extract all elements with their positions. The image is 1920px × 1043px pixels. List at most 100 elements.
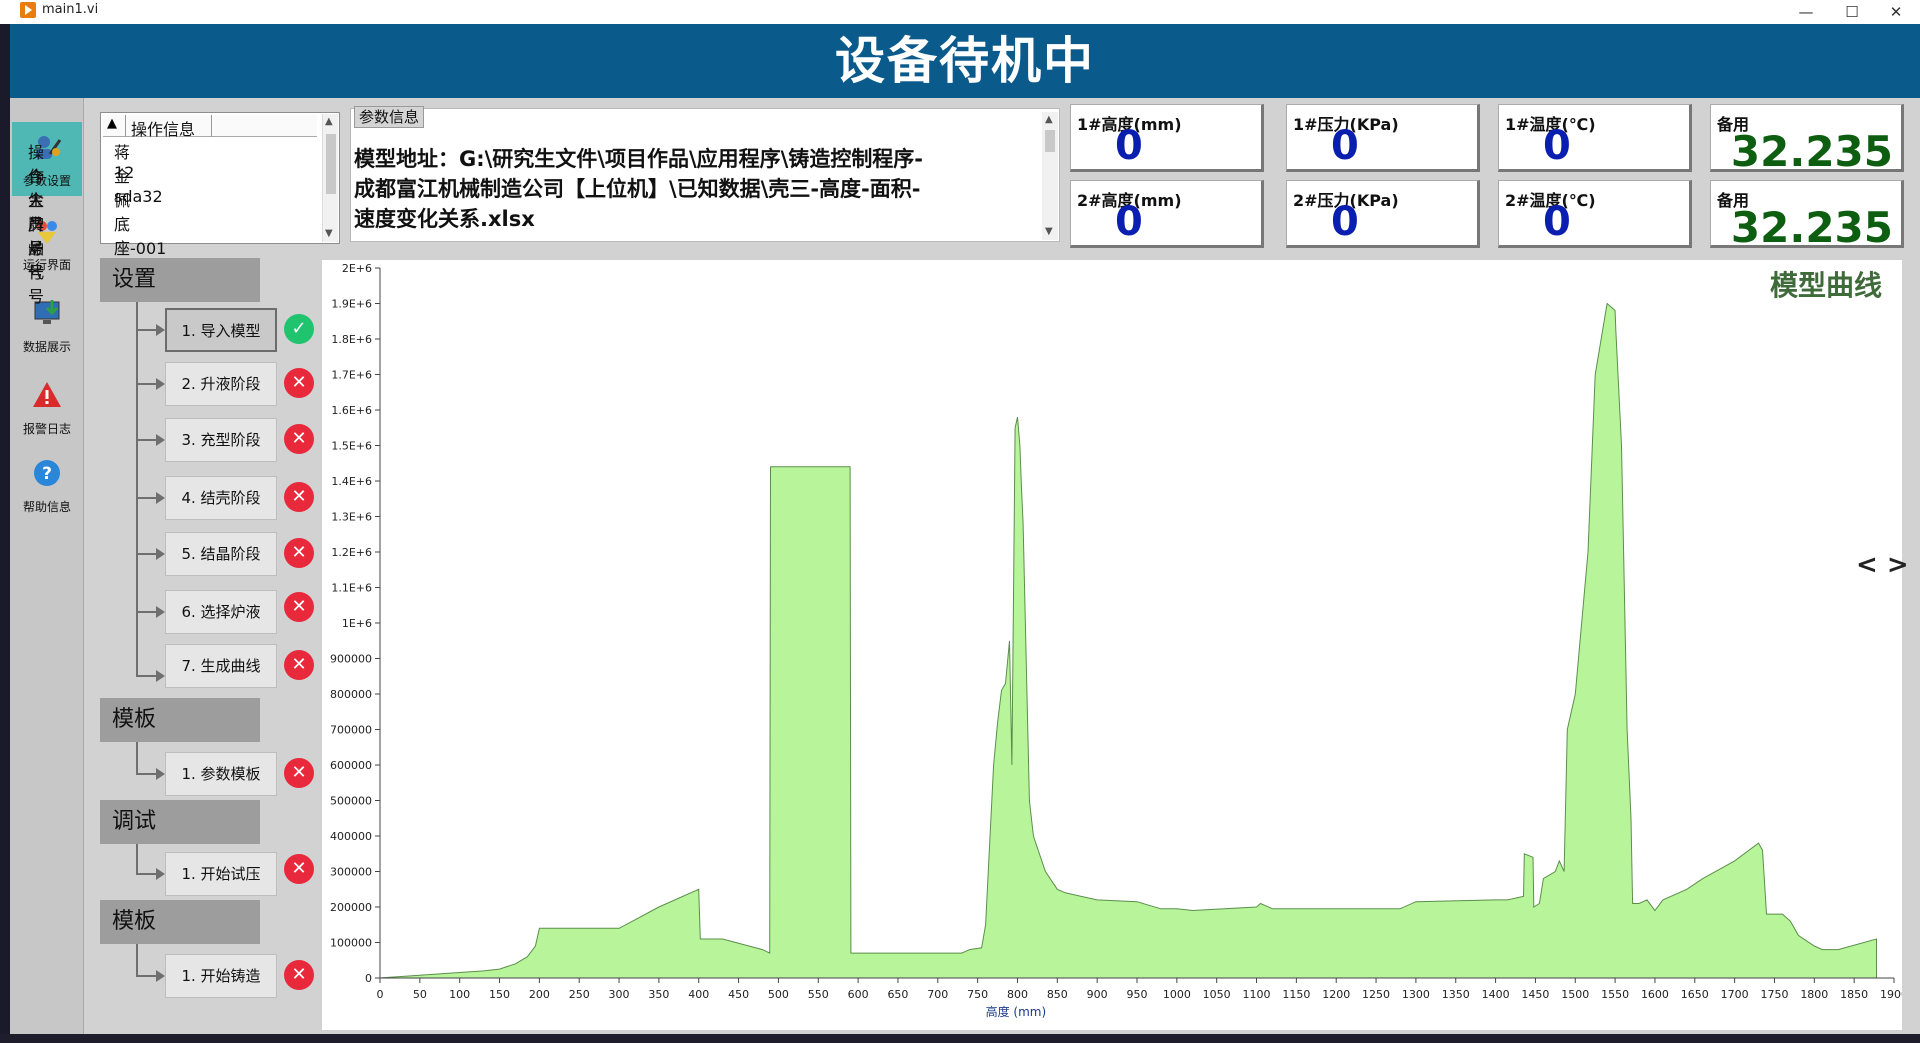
step-import-model-button[interactable]: 1. 导入模型 [165,308,277,352]
indicator-spare-2: 备用 32.235 [1710,180,1904,252]
chart-scroll-arrows[interactable]: < > [1856,550,1909,580]
x-tick-label: 50 [413,988,427,1001]
x-tick-label: 1200 [1322,988,1350,1001]
operator-list-title: 操作信息 [131,120,196,139]
x-tick-label: 1550 [1601,988,1629,1001]
taskbar-edge [0,1034,1920,1043]
step-crystallization-button[interactable]: 5. 结晶阶段 [165,532,277,576]
x-tick-label: 1600 [1641,988,1669,1001]
step-filling-button[interactable]: 3. 充型阶段 [165,418,277,462]
x-tick-label: 1050 [1203,988,1231,1001]
operator-list-header[interactable]: ▲ 操作信息 [103,115,317,139]
operator-value: 12 [114,163,135,182]
nav-label: 运行界面 [22,258,71,272]
scroll-thumb[interactable] [1045,130,1055,152]
error-x-icon: ✕ [284,758,314,788]
step-start-casting-button[interactable]: 1. 开始铸造 [165,954,277,998]
maximize-button[interactable]: ☐ [1832,0,1872,24]
scroll-up-icon[interactable]: ▲ [325,116,333,127]
arrow-icon [156,492,165,504]
nav-label: 帮助信息 [22,500,71,514]
tree-line [136,844,138,874]
y-tick-label: 600000 [330,759,372,772]
model-path-text: 模型地址：G:\研究生文件\项目作品\应用程序\铸造控制程序- 成都富江机械制造… [354,144,1014,234]
error-x-icon: ✕ [284,650,314,680]
step-start-pressure-test-button[interactable]: 1. 开始试压 [165,852,277,896]
y-tick-label: 2E+6 [342,262,372,275]
chart-title: 模型曲线 [1770,269,1883,302]
nav-item-alarm-log[interactable]: 报警日志 [12,370,82,444]
indicator-value: 0 [1115,199,1143,245]
x-tick-label: 1800 [1800,988,1828,1001]
param-info-scrollbar[interactable]: ▲ ▼ [1042,112,1058,240]
step-param-template-button[interactable]: 1. 参数模板 [165,752,277,796]
minimize-button[interactable]: — [1786,0,1826,24]
scroll-down-icon[interactable]: ▼ [1045,226,1053,237]
operator-list-scrollbar[interactable]: ▲ ▼ [322,114,338,242]
x-tick-label: 400 [688,988,709,1001]
error-x-icon: ✕ [284,592,314,622]
scroll-thumb[interactable] [326,134,336,194]
indicator-1-pressure: 1#压力(KPa) 0 [1286,104,1480,172]
error-x-icon: ✕ [284,538,314,568]
close-button[interactable]: ✕ [1876,0,1916,24]
y-tick-label: 300000 [330,866,372,879]
svg-text:?: ? [42,464,52,484]
nav-item-param-settings[interactable]: 参数设置 [12,122,82,196]
operator-key: 产品代号 [28,215,45,306]
indicator-2-height: 2#高度(mm) 0 [1070,180,1264,248]
y-tick-label: 500000 [330,795,372,808]
y-tick-label: 200000 [330,901,372,914]
indicator-1-temperature: 1#温度(℃) 0 [1498,104,1692,172]
tree-line [136,742,138,774]
x-tick-label: 900 [1087,988,1108,1001]
model-path-line: 成都富江机械制造公司【上位机】\已知数据\壳三-高度-面积- [354,177,921,201]
window-titlebar [0,0,1920,24]
tree-line [136,944,138,976]
x-tick-label: 1250 [1362,988,1390,1001]
indicator-value: 32.235 [1730,127,1893,176]
indicator-1-height: 1#高度(mm) 0 [1070,104,1264,172]
nav-item-data-display[interactable]: 数据展示 [12,288,82,362]
x-tick-label: 0 [377,988,384,1001]
x-tick-label: 200 [529,988,550,1001]
y-tick-label: 1E+6 [342,617,372,630]
x-tick-label: 450 [728,988,749,1001]
error-x-icon: ✕ [284,960,314,990]
scroll-down-icon[interactable]: ▼ [325,228,333,239]
nav-item-help-info[interactable]: ? 帮助信息 [12,448,82,522]
left-edge-strip [0,24,10,1034]
x-tick-label: 1350 [1442,988,1470,1001]
y-tick-label: 400000 [330,830,372,843]
section-casting: 模板 [100,900,260,944]
arrow-icon [156,548,165,560]
scroll-up-icon[interactable]: ▲ [1045,114,1053,125]
success-check-icon: ✓ [284,314,314,344]
x-tick-label: 1750 [1760,988,1788,1001]
x-tick-label: 1300 [1402,988,1430,1001]
nav-item-run-interface[interactable]: 运行界面 [12,206,82,280]
operator-value: 底座-001 [114,215,167,258]
indicator-value: 0 [1543,199,1571,245]
step-generate-curve-button[interactable]: 7. 生成曲线 [165,644,277,688]
x-tick-label: 1850 [1840,988,1868,1001]
y-tick-label: 1.9E+6 [331,298,372,311]
y-tick-label: 1.1E+6 [331,582,372,595]
step-select-melt-button[interactable]: 6. 选择炉液 [165,590,277,634]
y-tick-label: 1.7E+6 [331,369,372,382]
x-tick-label: 550 [808,988,829,1001]
x-tick-label: 500 [768,988,789,1001]
y-tick-label: 1.8E+6 [331,333,372,346]
window-title: main1.vi [42,2,99,17]
section-template: 模板 [100,698,260,742]
arrow-icon [156,868,165,880]
step-liquid-rise-button[interactable]: 2. 升液阶段 [165,362,277,406]
nav-label: 参数设置 [22,174,71,188]
indicator-value: 32.235 [1730,203,1893,252]
x-tick-label: 300 [609,988,630,1001]
step-crusting-button[interactable]: 4. 结壳阶段 [165,476,277,520]
x-tick-label: 1450 [1521,988,1549,1001]
y-tick-label: 100000 [330,937,372,950]
x-tick-label: 650 [887,988,908,1001]
x-tick-label: 250 [569,988,590,1001]
